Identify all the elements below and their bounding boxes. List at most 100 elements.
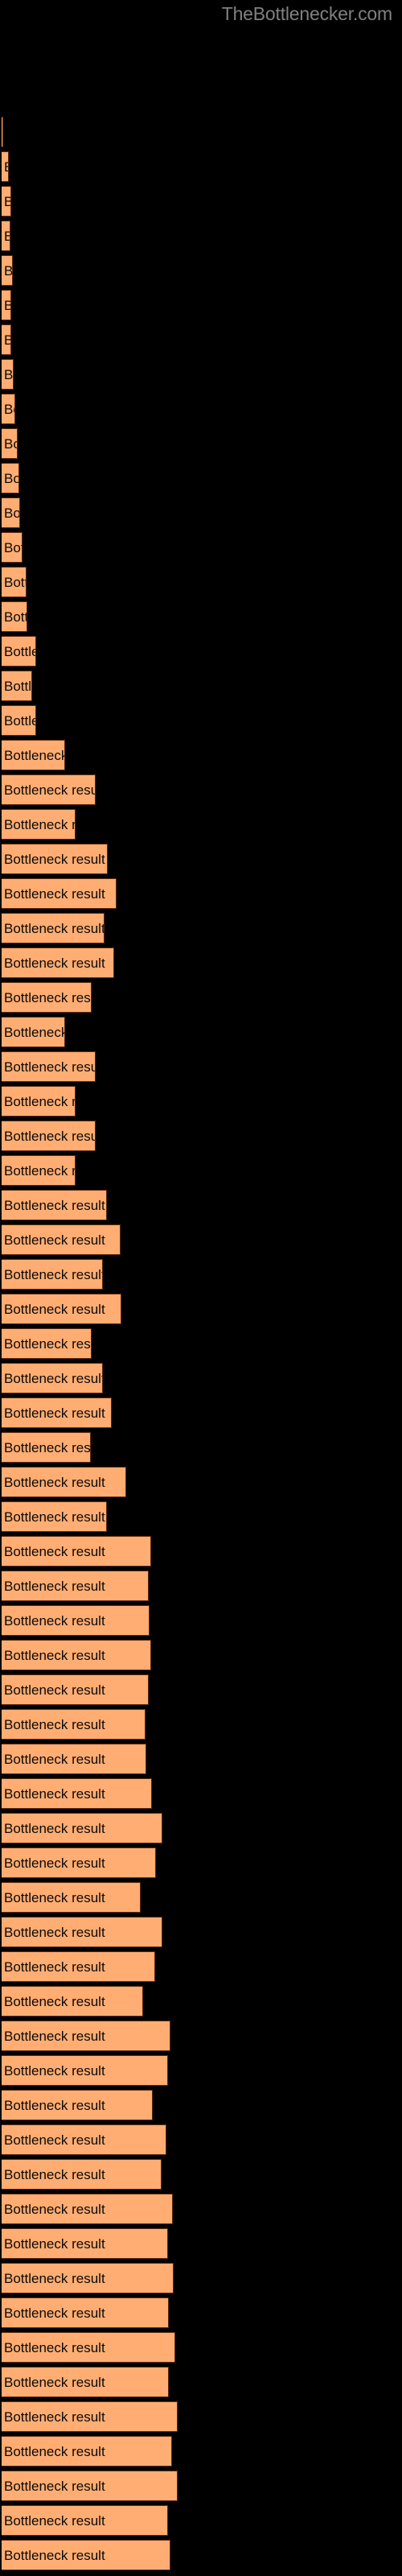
bar[interactable]: Bottleneck result bbox=[2, 2297, 169, 2328]
bar[interactable]: Bottleneck result bbox=[2, 844, 108, 874]
bar[interactable]: Bottleneck result bbox=[2, 2401, 178, 2432]
bar[interactable]: Bottleneck result bbox=[2, 2367, 169, 2397]
bar[interactable]: Bottleneck result bbox=[2, 1363, 103, 1393]
bar[interactable]: Bottleneck result bbox=[2, 1294, 121, 1324]
bar-label: Bottleneck result bbox=[4, 748, 65, 763]
bar[interactable]: Bottleneck result bbox=[2, 186, 11, 217]
bar[interactable]: Bottleneck result bbox=[2, 359, 14, 390]
bar[interactable]: Bottleneck result bbox=[2, 1121, 96, 1151]
bar[interactable]: Bottleneck result bbox=[2, 2540, 170, 2570]
bar-label: Bottleneck result bbox=[4, 2029, 105, 2044]
bar[interactable]: Bottleneck result bbox=[2, 982, 92, 1013]
bar[interactable]: Bottleneck result bbox=[2, 2159, 162, 2190]
bar-label: Bottleneck result bbox=[4, 644, 35, 659]
bar[interactable]: Bottleneck result bbox=[2, 1190, 107, 1220]
bar-label: Bottleneck result bbox=[4, 679, 32, 694]
bar[interactable]: Bottleneck result bbox=[2, 394, 15, 424]
bar[interactable]: Bottleneck result bbox=[2, 463, 19, 493]
bar-label: Bottleneck result bbox=[4, 2063, 105, 2079]
bar[interactable]: Bottleneck result bbox=[2, 428, 18, 459]
bar[interactable]: Bottleneck result bbox=[2, 1432, 91, 1463]
bar[interactable]: Bottleneck result bbox=[2, 1744, 146, 1774]
bar-label: Bottleneck result bbox=[4, 1509, 105, 1525]
bottleneck-bar-chart: Bottleneck result Bottleneck result Bottle… bbox=[0, 0, 402, 2576]
bar[interactable]: Bottleneck result bbox=[2, 1467, 126, 1497]
bar[interactable]: Bottleneck result bbox=[2, 2263, 174, 2293]
bar[interactable]: Bottleneck result bbox=[2, 947, 114, 978]
bar-label: Bottleneck result bbox=[4, 2409, 105, 2425]
bar[interactable]: Bottleneck result bbox=[2, 1328, 92, 1359]
bar[interactable]: Bottleneck result bbox=[2, 2124, 166, 2155]
bar[interactable]: Bottleneck result bbox=[2, 1571, 149, 1601]
bar[interactable]: Bottleneck result bbox=[2, 2055, 168, 2086]
bar[interactable]: Bottleneck result bbox=[2, 2332, 175, 2363]
bar[interactable]: Bottleneck result bbox=[2, 636, 36, 667]
bar[interactable]: Bottleneck result bbox=[2, 2228, 168, 2259]
bar[interactable]: Bottleneck result bbox=[2, 1397, 112, 1428]
bar-label: Bottleneck result bbox=[4, 782, 96, 798]
bar[interactable]: Bottleneck result bbox=[2, 1674, 149, 1705]
bar[interactable]: Bottleneck result bbox=[2, 1778, 152, 1809]
bar-label: Bottleneck result bbox=[4, 2167, 105, 2182]
bar[interactable]: Bottleneck result bbox=[2, 290, 11, 320]
bar[interactable]: Bottleneck result bbox=[2, 671, 32, 701]
bar-label: Bottleneck result bbox=[4, 2548, 105, 2563]
bar[interactable]: Bottleneck result bbox=[2, 2194, 173, 2224]
bar[interactable]: Bottleneck result bbox=[2, 151, 9, 182]
bar[interactable]: Bottleneck result bbox=[2, 1709, 146, 1740]
bar[interactable]: Bottleneck result bbox=[2, 878, 117, 909]
bar-label: Bottleneck result bbox=[4, 325, 10, 354]
bar[interactable]: Bottleneck result bbox=[2, 1847, 156, 1878]
bar-label: Bottleneck result bbox=[4, 2479, 105, 2494]
bar-label: Bottleneck result bbox=[4, 817, 75, 832]
bar-label: Bottleneck result bbox=[4, 2098, 105, 2113]
bar-label: Bottleneck result bbox=[4, 2375, 105, 2390]
bar[interactable]: Bottleneck result bbox=[2, 705, 36, 736]
bar-label: Bottleneck result bbox=[4, 2202, 105, 2217]
bar[interactable]: Bottleneck result bbox=[2, 1155, 76, 1186]
bar[interactable]: Bottleneck result bbox=[2, 1259, 103, 1290]
bar[interactable]: Bottleneck result bbox=[2, 2090, 153, 2120]
bar[interactable]: Bottleneck result bbox=[2, 809, 76, 840]
bar[interactable]: Bottleneck result bbox=[2, 1017, 65, 1047]
bar[interactable]: Bottleneck result bbox=[2, 774, 96, 805]
bar[interactable]: Bottleneck result bbox=[2, 532, 23, 563]
bar[interactable]: Bottleneck result bbox=[2, 567, 27, 597]
bar[interactable]: Bottleneck result bbox=[2, 1086, 76, 1117]
bar[interactable]: Bottleneck result bbox=[2, 497, 20, 528]
bar[interactable]: Bottleneck result bbox=[2, 913, 105, 943]
bar[interactable]: Bottleneck result bbox=[2, 1536, 151, 1567]
bar[interactable]: Bottleneck result bbox=[2, 1917, 162, 1947]
bar[interactable]: Bottleneck result bbox=[2, 1501, 107, 1532]
bar[interactable]: Bottleneck result bbox=[2, 1051, 96, 1082]
bar-label: Bottleneck result bbox=[4, 2513, 105, 2529]
bar-label: Bottleneck result bbox=[4, 1198, 105, 1213]
bar[interactable]: Bottleneck result bbox=[2, 1986, 143, 2017]
bar[interactable]: Bottleneck result bbox=[2, 1951, 155, 1982]
bar-label: Bottleneck result bbox=[4, 1406, 105, 1421]
bar[interactable]: Bottleneck result bbox=[2, 221, 10, 251]
bar[interactable]: Bottleneck result bbox=[2, 2436, 172, 2467]
bar[interactable]: Bottleneck result bbox=[2, 2021, 170, 2051]
bar-label: Bottleneck result bbox=[4, 1648, 105, 1663]
bar[interactable]: Bottleneck result bbox=[2, 2471, 178, 2501]
bar[interactable]: Bottleneck result bbox=[2, 1605, 150, 1636]
bar[interactable]: Bottleneck result bbox=[2, 601, 27, 632]
bar-label: Bottleneck result bbox=[4, 1856, 105, 1871]
bar[interactable]: Bottleneck result bbox=[2, 2505, 168, 2536]
bar[interactable]: Bottleneck result bbox=[2, 324, 11, 355]
bar-label: Bottleneck result bbox=[4, 187, 10, 216]
bar-label: Bottleneck result bbox=[4, 1129, 96, 1144]
bar-label: Bottleneck result bbox=[4, 2271, 105, 2286]
bar[interactable]: Bottleneck result bbox=[2, 1882, 141, 1913]
bar[interactable]: Bottleneck result bbox=[2, 1224, 121, 1255]
bar-label: Bottleneck result bbox=[4, 1682, 105, 1698]
bar[interactable]: Bottleneck result bbox=[2, 1640, 151, 1670]
bar[interactable]: Bottleneck result bbox=[2, 117, 3, 147]
bar[interactable]: Bottleneck result bbox=[2, 255, 13, 286]
bar-label: Bottleneck result bbox=[4, 1752, 105, 1767]
bar[interactable]: Bottleneck result bbox=[2, 740, 65, 770]
bar-label: Bottleneck result bbox=[4, 1994, 105, 2009]
bar-label: Bottleneck result bbox=[4, 1267, 103, 1282]
bar[interactable]: Bottleneck result bbox=[2, 1813, 162, 1843]
